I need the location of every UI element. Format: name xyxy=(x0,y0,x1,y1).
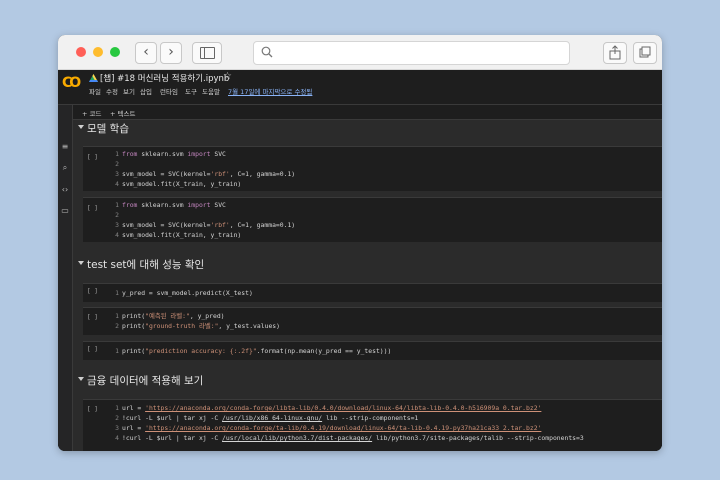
menu-icon[interactable]: ≡ xyxy=(60,142,70,152)
chevron-left-icon: ‹ xyxy=(143,44,149,60)
run-cell-button[interactable]: [ ] xyxy=(87,205,98,212)
forward-button[interactable]: › xyxy=(160,42,182,64)
section-title: 모델 학습 xyxy=(87,123,129,135)
sidebar-toggle-button[interactable] xyxy=(192,42,222,64)
sidebar-icon xyxy=(200,47,215,59)
back-button[interactable]: ‹ xyxy=(135,42,157,64)
add-text-button[interactable]: + 텍스트 xyxy=(110,108,135,118)
zoom-window-button[interactable] xyxy=(110,47,120,57)
new-tab-button[interactable] xyxy=(633,42,657,64)
code-icon[interactable]: ‹› xyxy=(60,185,70,195)
section-heading[interactable]: test set에 대해 성능 확인 xyxy=(73,254,662,276)
section-heading[interactable]: 모델 학습 xyxy=(73,120,662,140)
chevron-down-icon[interactable] xyxy=(78,125,84,129)
search-icon xyxy=(261,46,273,58)
folder-icon[interactable]: ▭ xyxy=(60,206,70,216)
code-cell[interactable]: [ ] 1 url = 'https://anaconda.org/conda-f… xyxy=(83,399,662,451)
run-cell-button[interactable]: [ ] xyxy=(87,154,98,161)
notebook-header: CO [챕] #18 머신러닝 적용하기.ipynb ☆ 파일 수정 보기 삽입… xyxy=(58,70,662,105)
minimize-window-button[interactable] xyxy=(93,47,103,57)
new-tab-icon xyxy=(639,46,651,58)
add-code-button[interactable]: + 코드 xyxy=(82,108,101,118)
chevron-down-icon[interactable] xyxy=(78,377,84,381)
menu-view[interactable]: 보기 xyxy=(123,86,135,96)
notebook-content: 모델 학습 [ ] 1 from sklearn.svm import SVC 2… xyxy=(73,120,662,451)
menu-edit[interactable]: 수정 xyxy=(106,86,118,96)
close-window-button[interactable] xyxy=(76,47,86,57)
drive-icon xyxy=(89,74,98,82)
section-heading[interactable]: 금융 데이터에 적용해 보기 xyxy=(73,370,662,392)
cell-toolbar: + 코드 + 텍스트 xyxy=(58,105,662,120)
browser-window: ‹ › CO [챕] #18 머신러닝 적용하기.ipynb ☆ 파일 수정 보… xyxy=(58,35,662,451)
colab-logo-icon[interactable]: CO xyxy=(62,75,81,91)
share-icon xyxy=(609,45,621,60)
code-cell[interactable]: [ ] 1 print("예측된 라벨:", y_pred) 2 print("gr… xyxy=(83,307,662,335)
run-cell-button[interactable]: [ ] xyxy=(87,346,98,353)
chevron-down-icon[interactable] xyxy=(78,261,84,265)
section-title: test set에 대해 성능 확인 xyxy=(87,259,205,271)
code-cell[interactable]: [ ] 1 y_pred = svm_model.predict(X_test) xyxy=(83,283,662,302)
chevron-right-icon: › xyxy=(168,44,174,60)
run-cell-button[interactable]: [ ] xyxy=(87,314,98,321)
browser-toolbar: ‹ › xyxy=(58,35,662,70)
run-cell-button[interactable]: [ ] xyxy=(87,288,98,295)
code-cell[interactable]: [ ] 1 from sklearn.svm import SVC 2 3 svm_… xyxy=(83,146,662,191)
menu-help[interactable]: 도움말 xyxy=(202,86,220,96)
run-cell-button[interactable]: [ ] xyxy=(87,406,98,413)
colab-app: CO [챕] #18 머신러닝 적용하기.ipynb ☆ 파일 수정 보기 삽입… xyxy=(58,70,662,451)
star-icon[interactable]: ☆ xyxy=(223,71,232,82)
menu-file[interactable]: 파일 xyxy=(89,86,101,96)
section-title: 금융 데이터에 적용해 보기 xyxy=(87,375,204,387)
menu-insert[interactable]: 삽입 xyxy=(140,86,152,96)
address-bar[interactable] xyxy=(253,41,570,65)
search-icon[interactable]: ⌕ xyxy=(60,163,70,173)
left-sidebar: ≡ ⌕ ‹› ▭ ▭ xyxy=(58,105,73,451)
menu-tools[interactable]: 도구 xyxy=(185,86,197,96)
code-cell[interactable]: [ ] 1 print("prediction accuracy: {:.2f}"… xyxy=(83,341,662,360)
notebook-title[interactable]: [챕] #18 머신러닝 적용하기.ipynb xyxy=(100,72,229,84)
menu-runtime[interactable]: 런타임 xyxy=(160,86,178,96)
share-button[interactable] xyxy=(603,42,627,64)
last-edit-link[interactable]: 7월 17일에 마지막으로 수정됨 xyxy=(228,86,312,96)
code-cell[interactable]: [ ] 1 from sklearn.svm import SVC 2 3 svm_… xyxy=(83,197,662,242)
